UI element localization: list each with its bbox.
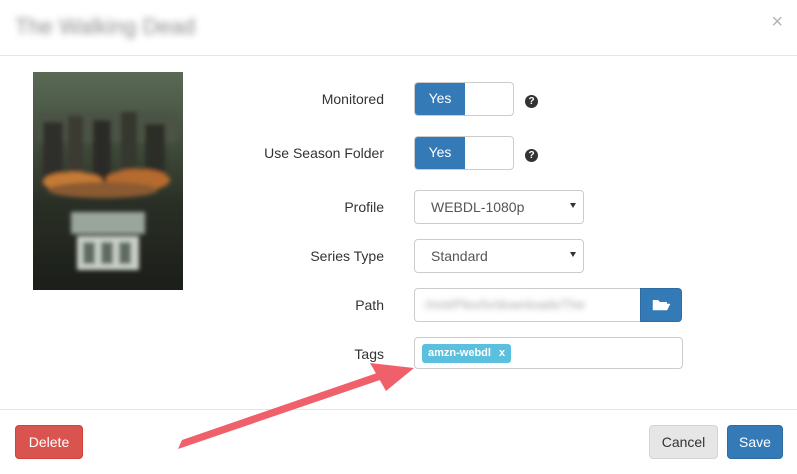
caret-down-icon [570, 203, 576, 208]
folder-open-icon [652, 300, 671, 311]
save-button[interactable]: Save [727, 425, 783, 459]
profile-label: Profile [344, 199, 384, 215]
cancel-button[interactable]: Cancel [649, 425, 718, 459]
series-type-label: Series Type [310, 248, 384, 264]
footer-divider [0, 409, 797, 410]
annotation-arrow-shaft [178, 373, 380, 449]
season-folder-toggle-yes[interactable]: Yes [415, 137, 465, 169]
profile-select[interactable]: WEBDL-1080p [414, 190, 584, 224]
series-type-select[interactable]: Standard [414, 239, 584, 273]
edit-series-modal: The Walking Dead × Monitored Yes ? Use S… [0, 0, 797, 474]
profile-selected-value: WEBDL-1080p [431, 199, 525, 215]
modal-title: The Walking Dead [15, 14, 196, 39]
modal-header: The Walking Dead × [0, 0, 797, 56]
path-input[interactable]: /mnt/Plex/tv/downloads/The [414, 288, 641, 322]
monitored-label: Monitored [321, 91, 384, 107]
tag-remove-icon[interactable]: x [499, 347, 505, 359]
annotation-arrow-head [370, 363, 414, 391]
season-folder-label: Use Season Folder [264, 145, 384, 161]
tags-input[interactable]: amzn-webdl x [414, 337, 683, 369]
tag-chip: amzn-webdl x [422, 344, 512, 363]
question-circle-icon[interactable]: ? [525, 149, 538, 162]
poster-image [33, 72, 183, 290]
browse-folder-button[interactable] [640, 288, 682, 322]
path-input-value: /mnt/Plex/tv/downloads/The [425, 297, 585, 312]
delete-button[interactable]: Delete [15, 425, 83, 459]
path-label: Path [355, 297, 384, 313]
caret-down-icon [570, 252, 576, 257]
close-icon[interactable]: × [771, 12, 783, 32]
monitored-toggle[interactable]: Yes [414, 82, 514, 116]
monitored-toggle-yes[interactable]: Yes [415, 83, 465, 115]
question-circle-icon[interactable]: ? [525, 95, 538, 108]
series-poster [33, 72, 183, 290]
tags-label: Tags [354, 346, 384, 362]
season-folder-toggle[interactable]: Yes [414, 136, 514, 170]
tag-chip-label: amzn-webdl [428, 347, 491, 359]
series-type-selected-value: Standard [431, 248, 488, 264]
